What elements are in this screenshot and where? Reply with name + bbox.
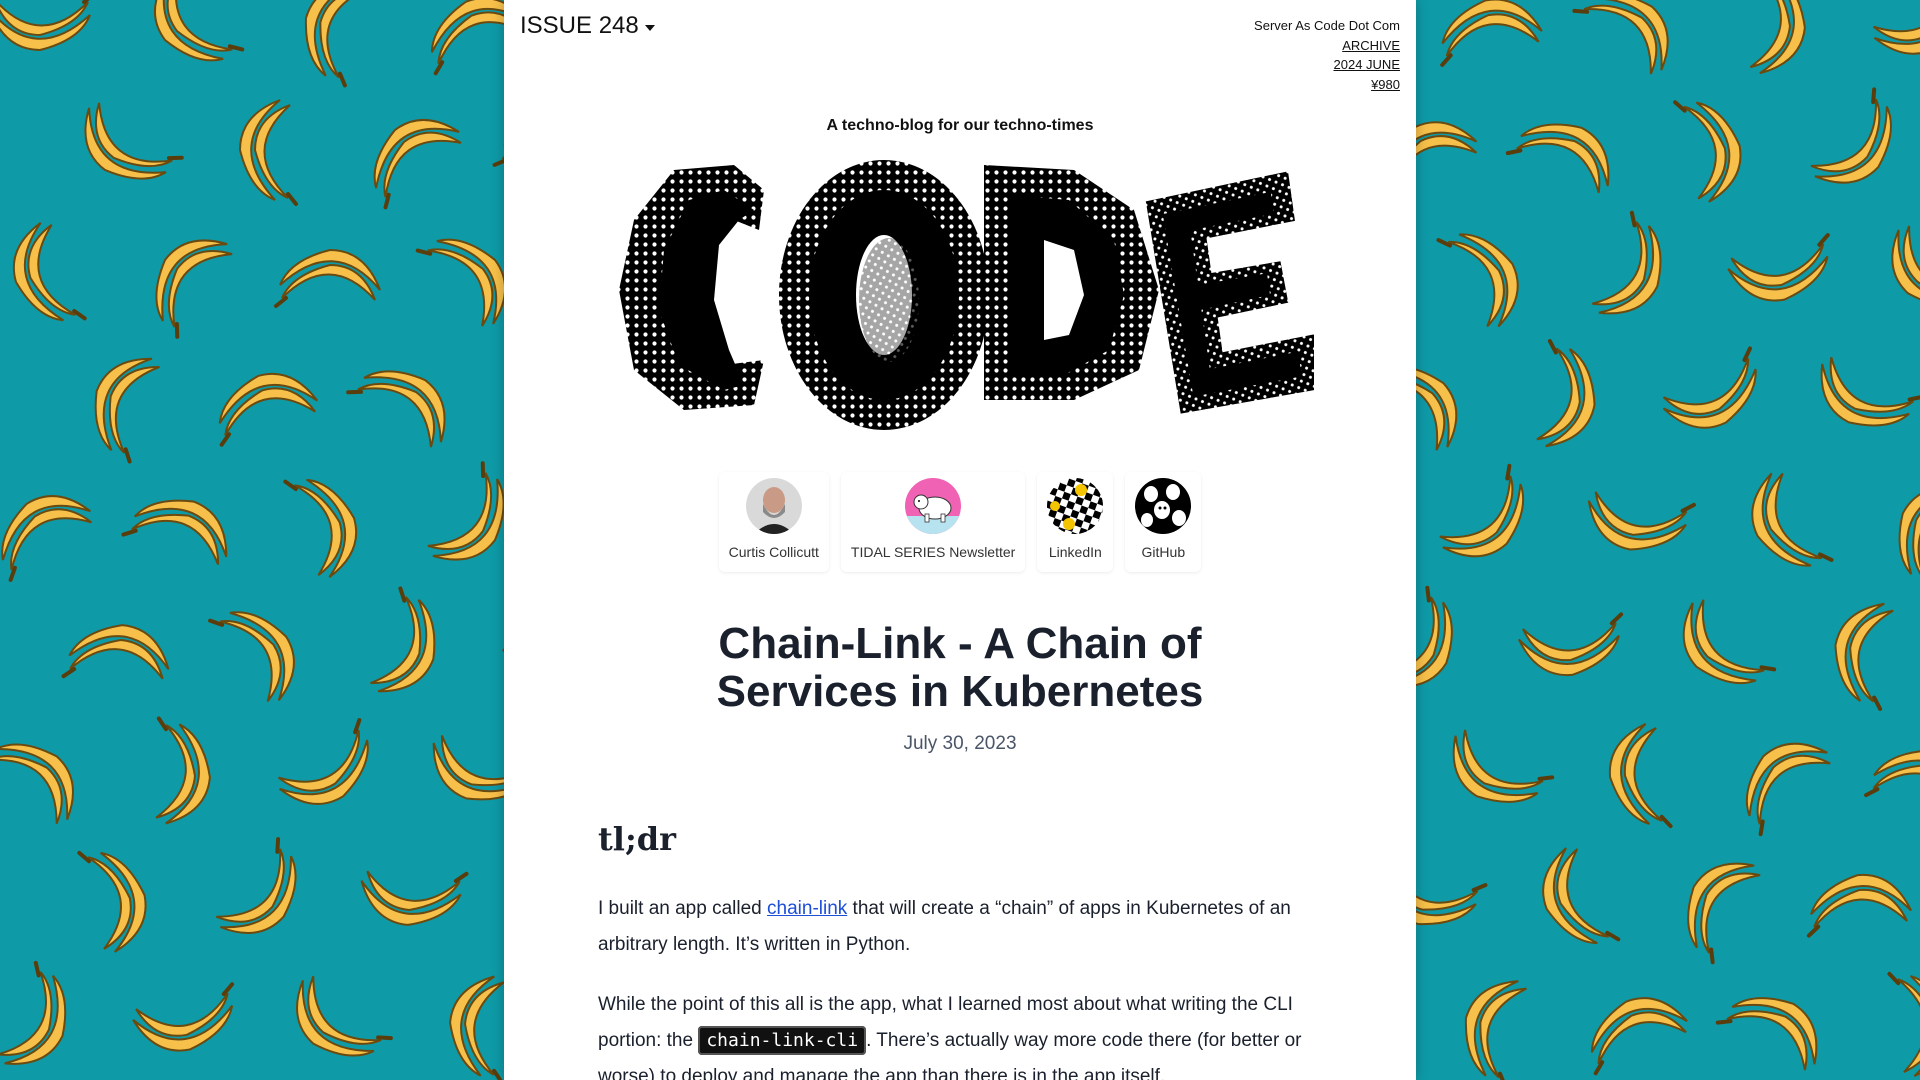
banana-icon bbox=[208, 611, 295, 703]
issue-dropdown[interactable]: ISSUE 248 bbox=[520, 12, 655, 40]
banana-icon bbox=[155, 239, 233, 339]
banana-icon bbox=[304, 0, 367, 88]
checker-smiley-avatar-icon bbox=[1047, 478, 1104, 534]
ghost-pattern-avatar-icon bbox=[1135, 478, 1192, 534]
banana-icon bbox=[1505, 123, 1610, 193]
banana-icon bbox=[1715, 997, 1818, 1071]
banana-icon bbox=[1536, 339, 1596, 448]
banana-icon bbox=[94, 357, 160, 464]
banana-icon bbox=[0, 0, 91, 52]
archive-link[interactable]: ARCHIVE bbox=[1254, 36, 1400, 56]
link-label: GitHub bbox=[1141, 544, 1186, 560]
banana-icon bbox=[1572, 0, 1669, 75]
banana-icon bbox=[1745, 742, 1831, 837]
issue-label: ISSUE 248 bbox=[520, 12, 639, 39]
link-linkedin[interactable]: LinkedIn bbox=[1037, 472, 1113, 572]
banana-icon bbox=[1673, 100, 1742, 203]
banana-icon bbox=[373, 118, 462, 210]
banana-icon bbox=[1749, 0, 1806, 75]
link-curtis-collicutt[interactable]: Curtis Collicutt bbox=[719, 472, 829, 572]
banana-icon bbox=[1517, 612, 1624, 677]
banana-icon bbox=[1891, 225, 1920, 307]
banana-icon bbox=[1590, 997, 1688, 1076]
banana-icon bbox=[1887, 971, 1920, 1078]
paragraph-cli: While the point of this all is the app, … bbox=[598, 987, 1318, 1080]
banana-icon bbox=[1662, 346, 1757, 429]
banana-icon bbox=[1820, 357, 1920, 427]
banana-icon bbox=[61, 624, 170, 680]
inline-code: chain-link-cli bbox=[698, 1026, 867, 1055]
banana-icon bbox=[1592, 210, 1662, 315]
link-label: LinkedIn bbox=[1048, 544, 1102, 560]
banana-icon bbox=[153, 0, 245, 62]
banana-icon bbox=[1542, 847, 1621, 945]
banana-icon bbox=[1751, 472, 1834, 567]
site-name: Server As Code Dot Com bbox=[1254, 18, 1400, 33]
section-heading: tl;dr bbox=[598, 820, 676, 858]
banana-icon bbox=[346, 370, 446, 448]
banana-icon bbox=[238, 99, 298, 206]
banana-icon bbox=[1806, 873, 1913, 938]
banana-icon bbox=[274, 248, 381, 308]
banana-icon bbox=[1464, 980, 1527, 1080]
banana-icon bbox=[283, 478, 358, 579]
banana-icon bbox=[1810, 87, 1892, 184]
banana-icon bbox=[1587, 491, 1696, 551]
social-links: Curtis Collicutt TIDAL SERIES Newsletter bbox=[504, 472, 1416, 572]
polar-bear-avatar-icon bbox=[905, 478, 962, 534]
link-label: Curtis Collicutt bbox=[728, 544, 819, 560]
banana-icon bbox=[1439, 463, 1525, 558]
issue-date-link[interactable]: 2024 JUNE bbox=[1254, 55, 1400, 75]
site-meta: Server As Code Dot Com ARCHIVE 2024 JUNE… bbox=[1254, 16, 1400, 94]
person-avatar-icon bbox=[745, 478, 802, 534]
chain-link-link[interactable]: chain-link bbox=[767, 898, 847, 919]
banana-icon bbox=[0, 960, 67, 1065]
banana-icon bbox=[296, 975, 393, 1057]
link-github[interactable]: GitHub bbox=[1125, 472, 1201, 572]
banana-icon bbox=[77, 850, 147, 953]
link-tidal-series-newsletter[interactable]: TIDAL SERIES Newsletter bbox=[841, 472, 1025, 572]
text-segment: I built an app called bbox=[598, 898, 768, 919]
banana-icon bbox=[132, 982, 235, 1052]
banana-icon bbox=[12, 221, 87, 322]
banana-icon bbox=[277, 718, 369, 805]
article-title: Chain-Link - A Chain of Services in Kube… bbox=[716, 619, 1204, 716]
banana-icon bbox=[1436, 233, 1519, 328]
paragraph-intro: I built an app called chain-link that wi… bbox=[598, 891, 1318, 963]
banana-icon bbox=[0, 743, 74, 825]
link-label: TIDAL SERIES Newsletter bbox=[850, 544, 1016, 560]
banana-icon bbox=[1834, 602, 1894, 711]
banana-icon bbox=[155, 716, 211, 825]
page-container: ISSUE 248 Server As Code Dot Com ARCHIVE… bbox=[504, 0, 1416, 1080]
article-date: July 30, 2023 bbox=[903, 733, 1017, 754]
banana-icon bbox=[1864, 749, 1920, 809]
banana-icon bbox=[1, 495, 93, 582]
banana-icon bbox=[1898, 485, 1920, 579]
code-logo bbox=[619, 160, 1314, 430]
banana-icon bbox=[1727, 233, 1830, 302]
banana-icon bbox=[360, 870, 469, 926]
banana-icon bbox=[1452, 729, 1555, 803]
banana-icon bbox=[84, 102, 184, 180]
price-link[interactable]: ¥980 bbox=[1254, 75, 1400, 95]
caret-down-icon bbox=[644, 25, 655, 31]
banana-icon bbox=[121, 499, 228, 565]
banana-icon bbox=[1440, 0, 1543, 67]
banana-icon bbox=[218, 372, 319, 447]
banana-icon bbox=[1608, 722, 1673, 829]
banana-icon bbox=[370, 586, 436, 693]
banana-icon bbox=[1872, 0, 1920, 55]
tagline: A techno-blog for our techno-times bbox=[826, 117, 1094, 134]
